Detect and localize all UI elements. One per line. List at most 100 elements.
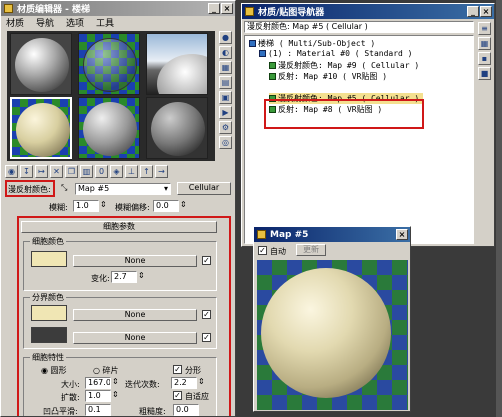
- small-icons-icon[interactable]: ▪: [478, 52, 491, 65]
- tree-item-reflect-map10[interactable]: 反射: Map #10 ( VR贴图 ): [269, 71, 387, 82]
- backlight-icon[interactable]: ◐: [219, 46, 232, 59]
- go-forward-icon[interactable]: →: [155, 165, 168, 178]
- sample-slot-6[interactable]: [146, 97, 208, 159]
- preview-render: [257, 260, 408, 410]
- blur-input[interactable]: 1.0: [73, 200, 99, 212]
- select-by-material-icon[interactable]: ◎: [219, 136, 232, 149]
- tree-item-root[interactable]: 楼梯 ( Multi/Sub-Object ): [249, 38, 375, 49]
- size-spinner[interactable]: ⇕: [112, 377, 119, 386]
- sample-type-icon[interactable]: ●: [219, 31, 232, 44]
- update-button[interactable]: 更新: [296, 244, 326, 256]
- navigator-toolbar: ≡ ▦ ▪ ■: [478, 22, 493, 80]
- background-icon[interactable]: ▦: [219, 61, 232, 74]
- sample-slot-4[interactable]: [10, 97, 72, 159]
- material-effects-icon[interactable]: 0: [95, 165, 108, 178]
- roughness-input[interactable]: 0.0: [173, 404, 199, 416]
- app-icon: [257, 230, 266, 239]
- tree-item-reflect-map8[interactable]: 反射: Map #8 ( VR贴图 ): [269, 104, 382, 115]
- make-preview-icon[interactable]: ▶: [219, 106, 232, 119]
- divider-color-2-checkbox[interactable]: ✓: [202, 333, 211, 342]
- rollout-title: 细胞参数: [103, 222, 135, 231]
- cell-color-map-checkbox[interactable]: ✓: [202, 256, 211, 265]
- menu-options[interactable]: 选项: [66, 16, 84, 29]
- navigator-tree: 楼梯 ( Multi/Sub-Object ) (1) : Material #…: [244, 35, 474, 244]
- get-material-icon[interactable]: ◉: [5, 165, 18, 178]
- menu-utilities[interactable]: 工具: [96, 16, 114, 29]
- icons-view-icon[interactable]: ▦: [478, 37, 491, 50]
- sample-slots: [7, 31, 215, 161]
- bump-smoothing-input[interactable]: 0.1: [85, 404, 111, 416]
- menu-material[interactable]: 材质: [6, 16, 24, 29]
- tree-item-submaterial[interactable]: (1) : Material #0 ( Standard ): [259, 49, 413, 58]
- video-color-icon[interactable]: ▣: [219, 91, 232, 104]
- large-icons-icon[interactable]: ■: [478, 67, 491, 80]
- divider-color-1-swatch[interactable]: [31, 305, 67, 321]
- chips-radio[interactable]: ○ 碎片: [93, 365, 119, 376]
- blur-offset-spinner[interactable]: ⇕: [180, 200, 187, 209]
- map-icon: [269, 106, 276, 113]
- variation-spinner[interactable]: ⇕: [138, 271, 145, 280]
- map-slot-label: 漫反射颜色:: [8, 185, 51, 194]
- make-unique-icon[interactable]: ❐: [65, 165, 78, 178]
- spread-input[interactable]: 1.0: [85, 390, 111, 402]
- adaptive-checkbox[interactable]: ✓: [173, 391, 182, 400]
- map-preview-titlebar: Map #5 ×: [254, 227, 410, 242]
- fractal-checkbox[interactable]: ✓: [173, 365, 182, 374]
- close-button[interactable]: ×: [221, 3, 233, 14]
- material-editor-title: 材质编辑器 - 楼梯: [17, 5, 91, 15]
- show-map-icon[interactable]: ◈: [110, 165, 123, 178]
- cell-color-swatch[interactable]: [31, 251, 67, 267]
- assign-to-selection-icon[interactable]: ↦: [35, 165, 48, 178]
- close-button[interactable]: ×: [396, 229, 408, 240]
- tree-item-diffuse-map9[interactable]: 漫反射颜色: Map #9 ( Cellular ): [269, 60, 419, 71]
- sample-slot-2[interactable]: [78, 33, 140, 95]
- size-input[interactable]: 167.0: [85, 377, 111, 389]
- bump-smoothing-label: 凹凸平滑:: [43, 407, 78, 416]
- menu-navigation[interactable]: 导航: [36, 16, 54, 29]
- spread-spinner[interactable]: ⇕: [112, 390, 119, 399]
- iterations-spinner[interactable]: ⇕: [198, 377, 205, 386]
- blur-offset-input[interactable]: 0.0: [153, 200, 179, 212]
- blur-spinner[interactable]: ⇕: [100, 200, 107, 209]
- sample-slot-1[interactable]: [10, 33, 72, 95]
- map-icon: [269, 62, 276, 69]
- iterations-input[interactable]: 2.2: [171, 377, 197, 389]
- uv-tiling-icon[interactable]: ▤: [219, 76, 232, 89]
- fractal-label: 分形: [185, 366, 201, 375]
- material-icon: [249, 40, 256, 47]
- sample-slot-3[interactable]: [146, 33, 208, 95]
- minimize-button[interactable]: _: [467, 6, 479, 17]
- auto-checkbox[interactable]: ✓: [258, 246, 267, 255]
- show-end-result-icon[interactable]: ⊥: [125, 165, 138, 178]
- divider-color-2-map-button[interactable]: None: [73, 332, 197, 344]
- divider-color-1-map-button[interactable]: None: [73, 309, 197, 321]
- iterations-label: 迭代次数:: [125, 380, 160, 389]
- sample-slot-5[interactable]: [78, 97, 140, 159]
- rollout-header[interactable]: 细胞参数: [21, 221, 217, 233]
- close-button[interactable]: ×: [480, 6, 492, 17]
- divider-color-1-checkbox[interactable]: ✓: [202, 310, 211, 319]
- minimize-button[interactable]: _: [208, 3, 220, 14]
- auto-label: 自动: [270, 247, 286, 256]
- options-icon[interactable]: ⚙: [219, 121, 232, 134]
- reset-map-icon[interactable]: ✕: [50, 165, 63, 178]
- go-to-parent-icon[interactable]: ↑: [140, 165, 153, 178]
- tree-item-diffuse-map5[interactable]: 漫反射颜色: Map #5 ( Cellular ): [269, 93, 424, 104]
- map-icon: [269, 73, 276, 80]
- variation-input[interactable]: 2.7: [111, 271, 137, 283]
- map-row: 漫反射颜色: ⤡ Map #5 ▾ Cellular: [5, 182, 233, 196]
- map-type-button[interactable]: Cellular: [177, 182, 231, 195]
- map-name-dropdown[interactable]: Map #5 ▾: [75, 183, 171, 195]
- spread-label: 扩散:: [61, 393, 80, 402]
- app-icon: [245, 7, 254, 16]
- map-preview-title: Map #5: [270, 229, 309, 240]
- put-to-library-icon[interactable]: ▥: [80, 165, 93, 178]
- viewport-background: [496, 0, 502, 417]
- put-to-scene-icon[interactable]: ↧: [20, 165, 33, 178]
- pick-icon[interactable]: ⤡: [61, 183, 67, 193]
- divider-color-2-swatch[interactable]: [31, 327, 67, 343]
- cell-color-map-button[interactable]: None: [73, 255, 197, 267]
- circular-radio[interactable]: ◉ 圆形: [41, 365, 67, 376]
- list-view-icon[interactable]: ≡: [478, 22, 491, 35]
- map-preview-window: Map #5 × ✓ 自动 更新: [253, 226, 411, 412]
